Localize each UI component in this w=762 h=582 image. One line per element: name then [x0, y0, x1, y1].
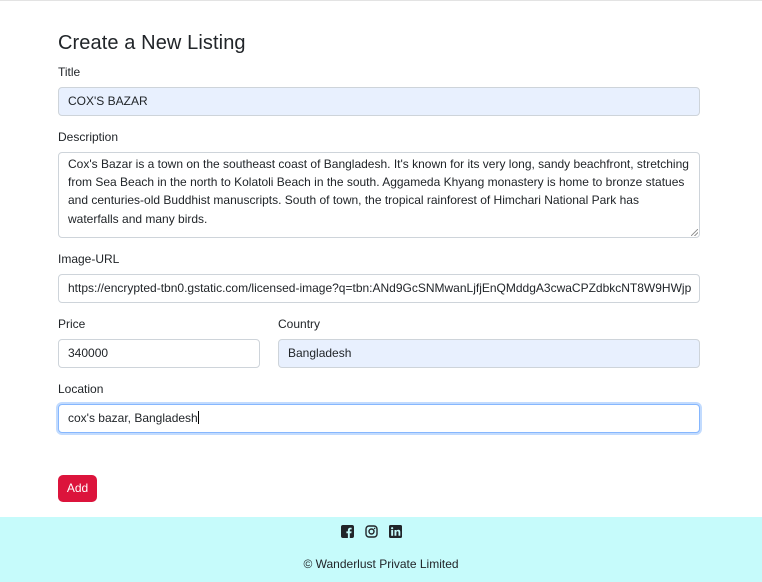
image-url-label: Image-URL: [58, 252, 120, 266]
location-value: cox's bazar, Bangladesh: [68, 411, 198, 425]
country-input[interactable]: Bangladesh: [278, 339, 700, 368]
location-input[interactable]: cox's bazar, Bangladesh: [58, 404, 700, 433]
copyright-text: © Wanderlust Private Limited: [303, 557, 459, 571]
footer: © Wanderlust Private Limited: [0, 517, 762, 582]
description-text: Cox's Bazar is a town on the southeast c…: [68, 157, 689, 226]
country-label: Country: [278, 317, 321, 331]
description-label: Description: [58, 130, 119, 144]
social-icons: [341, 525, 402, 538]
title-input[interactable]: COX'S BAZAR: [58, 87, 700, 116]
page-title: Create a New Listing: [58, 32, 246, 54]
image-url-input[interactable]: https://encrypted-tbn0.gstatic.com/licen…: [58, 274, 700, 303]
facebook-icon[interactable]: [341, 525, 354, 538]
location-label: Location: [58, 382, 104, 396]
linkedin-icon[interactable]: [389, 525, 402, 538]
price-label: Price: [58, 317, 86, 331]
price-input[interactable]: 340000: [58, 339, 260, 368]
top-divider: [0, 0, 762, 2]
description-textarea[interactable]: Cox's Bazar is a town on the southeast c…: [58, 152, 700, 238]
text-caret: [197, 411, 199, 424]
add-button[interactable]: Add: [58, 475, 97, 502]
title-label: Title: [58, 65, 81, 79]
instagram-icon[interactable]: [365, 525, 378, 538]
resize-handle[interactable]: [691, 229, 698, 236]
